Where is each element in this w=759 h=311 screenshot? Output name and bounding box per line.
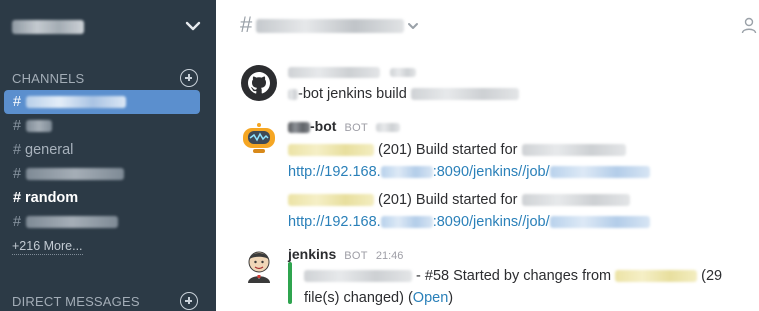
text-redacted <box>288 144 374 157</box>
channel-name-redacted <box>26 168 124 180</box>
text-redacted <box>288 88 298 100</box>
text-redacted <box>549 216 650 229</box>
text-redacted <box>549 166 650 179</box>
channel-hash: # <box>13 142 22 158</box>
text-redacted <box>380 166 433 179</box>
message-text-part: - #58 Started by changes from <box>416 268 612 284</box>
chevron-down-icon <box>185 21 201 31</box>
message-text: -bot jenkins build <box>288 84 519 104</box>
add-direct-message-icon[interactable] <box>180 292 198 310</box>
build-link[interactable]: http://192.168. :8090/jenkins//job/ <box>288 212 650 232</box>
sidebar: CHANNELS # # # general # # random # +216… <box>0 0 216 311</box>
username-redacted[interactable] <box>288 66 380 78</box>
timestamp-redacted <box>376 122 401 132</box>
timestamp-redacted <box>390 67 417 77</box>
sidebar-channel[interactable]: # <box>4 162 200 186</box>
direct-messages-section-header[interactable]: DIRECT MESSAGES <box>12 292 202 310</box>
message: -bot BOT (201) Build started for http://… <box>216 114 759 238</box>
channel-hash: # <box>240 12 253 37</box>
message: -bot jenkins build <box>216 60 759 110</box>
timestamp[interactable]: 21:46 <box>376 250 404 262</box>
chevron-down-icon[interactable] <box>406 19 420 33</box>
text-redacted <box>380 216 433 229</box>
channel-header: # <box>216 0 759 52</box>
message-text: (201) Build started for <box>288 190 630 210</box>
direct-messages-section-label: DIRECT MESSAGES <box>12 294 140 309</box>
message-text: (201) Build started for <box>288 140 626 160</box>
username-redacted[interactable] <box>288 121 310 133</box>
message-text: file(s) changed) (Open) <box>304 288 453 308</box>
username[interactable]: -bot <box>310 118 336 134</box>
attachment-color-bar <box>288 262 292 304</box>
sidebar-channel-general[interactable]: # general <box>4 138 200 162</box>
message-text-part: (201) Build started for <box>378 192 518 208</box>
jenkins-icon <box>248 251 270 283</box>
channel-title-redacted[interactable] <box>256 19 404 33</box>
text-redacted <box>410 88 519 101</box>
message-content: -bot BOT (201) Build started for http://… <box>288 114 759 238</box>
bot-badge: BOT <box>344 122 368 134</box>
github-icon <box>241 65 277 101</box>
message-meta <box>288 62 417 82</box>
message-text-part: file(s) changed) ( <box>304 290 413 306</box>
message-meta: jenkins BOT 21:46 <box>288 244 403 264</box>
message-text: - #58 Started by changes from (29 <box>304 266 722 286</box>
more-channels-link[interactable]: +216 More... <box>12 239 83 255</box>
channel-hash: # <box>13 214 22 230</box>
text-redacted <box>521 194 630 207</box>
sidebar-channel[interactable]: # <box>4 210 200 234</box>
build-link[interactable]: http://192.168. :8090/jenkins//job/ <box>288 162 650 182</box>
link-text-part: http://192.168. <box>288 214 381 230</box>
robot-icon <box>243 123 275 153</box>
team-switcher[interactable] <box>12 15 202 39</box>
channel-label: random <box>25 190 79 206</box>
channels-section-header[interactable]: CHANNELS <box>12 69 202 87</box>
bot-badge: BOT <box>344 250 368 262</box>
channel-hash: # <box>13 118 22 134</box>
text-redacted <box>615 270 698 283</box>
message-text-part: -bot jenkins build <box>298 86 407 102</box>
channel-hash: # <box>13 190 22 206</box>
message-text-part: ) <box>448 290 454 306</box>
text-redacted <box>288 194 374 207</box>
open-link[interactable]: Open <box>413 290 448 306</box>
channel-name-redacted <box>26 120 52 132</box>
message-pane: # -bot jenkins build -bot BOT (201) Buil… <box>216 0 759 311</box>
sidebar-channel-active[interactable]: # <box>4 90 200 114</box>
text-redacted <box>521 144 626 157</box>
link-text-part: :8090/jenkins//job/ <box>432 214 550 230</box>
add-channel-icon[interactable] <box>180 69 198 87</box>
link-text-part: http://192.168. <box>288 164 381 180</box>
user-icon[interactable] <box>741 16 757 34</box>
channel-name-redacted <box>26 96 126 108</box>
message-text-part: (201) Build started for <box>378 142 518 158</box>
message-meta: -bot BOT <box>288 116 401 136</box>
text-redacted <box>304 270 412 283</box>
channels-section-label: CHANNELS <box>12 71 85 86</box>
channel-hash: # <box>13 166 22 182</box>
channel-label: general <box>25 142 74 158</box>
link-text-part: :8090/jenkins//job/ <box>432 164 550 180</box>
channel-name-redacted <box>26 216 118 228</box>
sidebar-channel-random[interactable]: # random <box>4 186 200 210</box>
sidebar-channel[interactable]: # <box>4 114 200 138</box>
channel-hash: # <box>13 94 22 110</box>
message-content: -bot jenkins build <box>288 60 759 110</box>
team-name <box>12 20 84 34</box>
message-text-part: (29 <box>701 268 723 284</box>
username[interactable]: jenkins <box>288 246 336 262</box>
